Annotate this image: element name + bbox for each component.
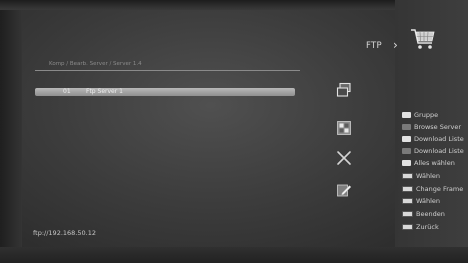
delete-icon[interactable] [336,150,352,166]
key-icon [402,123,411,130]
legend-download-liste[interactable]: Download Liste [402,134,464,143]
breadcrumb-divider [35,70,300,71]
key-icon [402,223,413,230]
shopping-cart-icon [409,26,437,56]
page-title: FTP [366,41,382,51]
legend-gruppe[interactable]: Gruppe [402,110,438,119]
change-frame-icon[interactable] [336,82,352,98]
edit-icon[interactable] [336,182,352,198]
legend-change-frame[interactable]: Change Frame [402,184,463,193]
key-icon [402,111,411,118]
bottom-border [0,247,468,263]
legend-browse-server[interactable]: Browse Server [402,122,461,131]
key-icon [402,159,411,166]
left-border [0,0,22,263]
key-icon [402,210,413,217]
legend-zurueck[interactable]: Zurück [402,222,439,231]
server-address: ftp://192.168.50.12 [33,229,96,237]
legend-waehlen[interactable]: Wählen [402,171,440,180]
list-item-number: 01 [63,88,71,95]
list-item-name: Ftp Server 1 [86,88,123,95]
key-icon [402,147,411,154]
key-icon [402,135,411,142]
key-icon [402,172,413,179]
breadcrumb: Komp / Bearb. Server / Server 1.4 [49,61,142,67]
list-item[interactable]: 01 Ftp Server 1 [35,88,295,96]
legend-download-liste-2[interactable]: Download Liste [402,146,464,155]
legend-beenden[interactable]: Beenden [402,209,445,218]
legend-alles-waehlen[interactable]: Alles wählen [402,158,455,167]
select-icon[interactable] [336,120,352,136]
key-icon [402,197,413,204]
ftp-screen: FTP › Komp / Bearb. Server / Server 1.4 … [0,0,468,263]
legend-waehlen-2[interactable]: Wählen [402,196,440,205]
chevron-right-icon: › [393,38,398,52]
key-icon [402,185,413,192]
